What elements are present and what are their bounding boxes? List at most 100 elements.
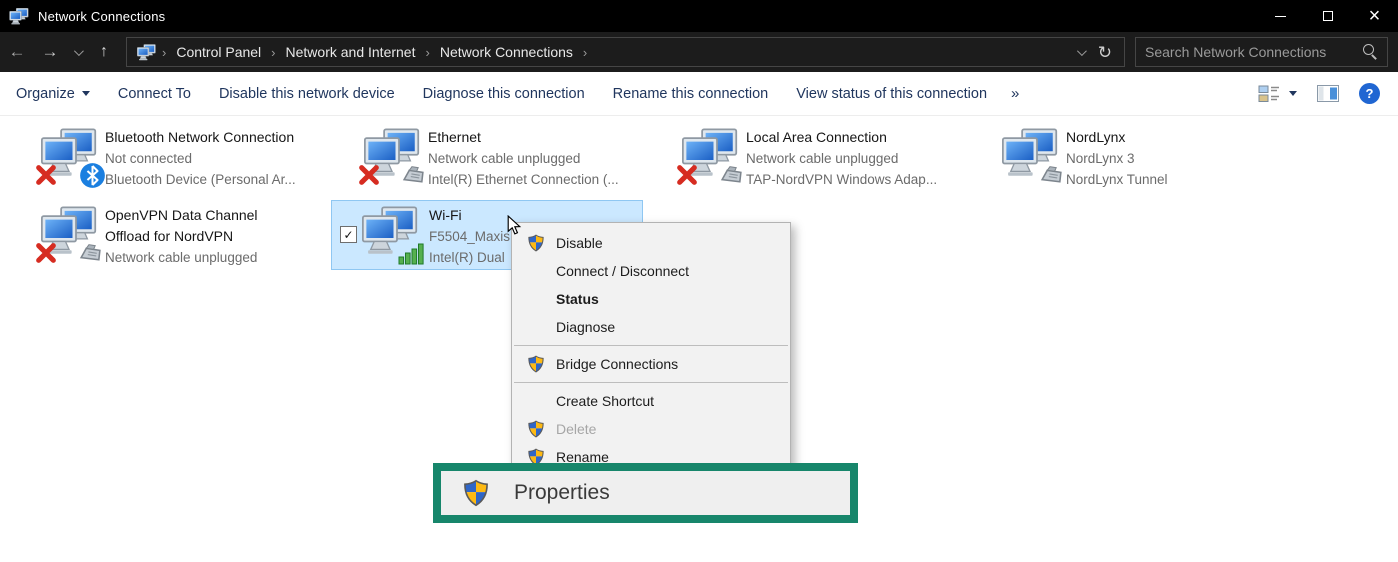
view-status-button[interactable]: View status of this connection <box>782 86 1001 102</box>
help-button[interactable]: ? <box>1359 83 1380 104</box>
connection-name: Local Area Connection <box>746 127 971 148</box>
rename-connection-button[interactable]: Rename this connection <box>599 86 783 102</box>
title-bar: Network Connections × <box>0 0 1398 32</box>
network-ethernet-icon <box>1002 126 1060 184</box>
back-button[interactable]: ← <box>0 32 34 72</box>
ethernet-plug-icon <box>78 241 103 266</box>
window-title: Network Connections <box>38 9 165 24</box>
menu-item-diagnose[interactable]: Diagnose <box>512 313 790 341</box>
bluetooth-icon <box>79 162 106 189</box>
breadcrumb-chevron-icon: › <box>269 45 277 60</box>
network-bluetooth-disconnected-icon <box>41 126 99 184</box>
preview-pane-button[interactable] <box>1317 85 1339 102</box>
disable-device-button[interactable]: Disable this network device <box>205 86 409 102</box>
connection-status: Not connected <box>105 148 330 169</box>
search-input[interactable] <box>1136 44 1361 60</box>
breadcrumb-network-and-internet[interactable]: Network and Internet <box>278 44 424 60</box>
connection-item-local-area-connection[interactable]: Local Area Connection Network cable unpl… <box>676 122 976 194</box>
breadcrumb-control-panel[interactable]: Control Panel <box>168 44 269 60</box>
connection-status: Network cable unplugged <box>428 148 653 169</box>
connection-name: Bluetooth Network Connection <box>105 127 330 148</box>
connection-name: OpenVPN Data Channel Offload for NordVPN <box>105 205 285 247</box>
recent-locations-button[interactable] <box>66 32 88 72</box>
wifi-signal-bars-icon <box>398 241 426 265</box>
toolbar-overflow-button[interactable]: » <box>1001 85 1029 102</box>
connection-status: Network cable unplugged <box>746 148 971 169</box>
connection-item-bluetooth[interactable]: Bluetooth Network Connection Not connect… <box>35 122 335 194</box>
properties-highlight-annotation[interactable]: Properties <box>433 463 858 523</box>
ethernet-plug-icon <box>719 163 744 188</box>
uac-shield-icon <box>527 355 545 373</box>
connection-status: Network cable unplugged <box>105 247 285 268</box>
connect-to-button[interactable]: Connect To <box>104 86 205 102</box>
up-button[interactable]: ↑ <box>88 32 120 72</box>
minimize-button[interactable] <box>1257 0 1304 32</box>
search-icon[interactable] <box>1361 43 1379 61</box>
connection-status: NordLynx 3 <box>1066 148 1291 169</box>
ethernet-plug-icon <box>1039 163 1064 188</box>
view-tiles-icon <box>1258 85 1280 103</box>
up-arrow-icon: ↑ <box>100 43 108 61</box>
menu-item-create-shortcut[interactable]: Create Shortcut <box>512 387 790 415</box>
connections-list: Bluetooth Network Connection Not connect… <box>0 117 1398 562</box>
menu-separator <box>514 382 788 383</box>
dropdown-caret-icon <box>82 91 90 96</box>
breadcrumb-chevron-icon: › <box>581 45 589 60</box>
dropdown-caret-icon <box>1289 91 1297 96</box>
close-button[interactable]: × <box>1351 0 1398 32</box>
organize-button[interactable]: Organize <box>0 86 104 102</box>
breadcrumb-network-connections[interactable]: Network Connections <box>432 44 581 60</box>
maximize-button[interactable] <box>1304 0 1351 32</box>
network-connections-app-icon <box>9 8 29 25</box>
menu-separator <box>514 345 788 346</box>
menu-item-disable[interactable]: Disable <box>512 229 790 257</box>
navigation-bar: ← → ↑ › Control Panel › Network and Inte… <box>0 32 1398 72</box>
toolbar-right-icons: ? <box>1258 83 1380 104</box>
chevron-down-icon <box>73 46 83 56</box>
red-x-icon <box>676 164 698 186</box>
close-icon: × <box>1369 6 1381 26</box>
menu-item-connect-disconnect[interactable]: Connect / Disconnect <box>512 257 790 285</box>
red-x-icon <box>35 242 57 264</box>
connection-item-nordlynx[interactable]: NordLynx NordLynx 3 NordLynx Tunnel <box>996 122 1296 194</box>
connection-device: NordLynx Tunnel <box>1066 169 1291 190</box>
network-wifi-icon <box>362 204 420 262</box>
connection-device: Intel(R) Ethernet Connection (... <box>428 169 653 190</box>
uac-shield-icon <box>462 479 490 507</box>
menu-item-delete: Delete <box>512 415 790 443</box>
connection-device: TAP-NordVPN Windows Adap... <box>746 169 971 190</box>
change-view-button[interactable] <box>1258 85 1297 103</box>
connection-name: Ethernet <box>428 127 653 148</box>
refresh-button[interactable]: ↻ <box>1098 44 1112 61</box>
checkmark-icon: ✓ <box>343 229 353 241</box>
red-x-icon <box>358 164 380 186</box>
folder-location-icon <box>137 44 156 61</box>
network-ethernet-disconnected-icon <box>682 126 740 184</box>
forward-arrow-icon: → <box>42 42 59 62</box>
search-box[interactable] <box>1135 37 1388 67</box>
address-bar[interactable]: › Control Panel › Network and Internet ›… <box>126 37 1125 67</box>
connection-name: NordLynx <box>1066 127 1291 148</box>
connection-device: Bluetooth Device (Personal Ar... <box>105 169 330 190</box>
red-x-icon <box>35 164 57 186</box>
address-dropdown-chevron-icon[interactable] <box>1077 46 1087 56</box>
network-ethernet-disconnected-icon <box>364 126 422 184</box>
menu-item-bridge-connections[interactable]: Bridge Connections <box>512 350 790 378</box>
minimize-icon <box>1275 16 1286 17</box>
ethernet-plug-icon <box>401 163 426 188</box>
network-ethernet-disconnected-icon <box>41 204 99 262</box>
uac-shield-icon <box>527 234 545 252</box>
mouse-cursor-icon <box>507 215 522 236</box>
diagnose-connection-button[interactable]: Diagnose this connection <box>409 86 599 102</box>
back-arrow-icon: ← <box>9 42 26 62</box>
properties-menu-item-label: Properties <box>514 481 610 505</box>
menu-item-status[interactable]: Status <box>512 285 790 313</box>
selection-checkbox[interactable]: ✓ <box>340 226 357 243</box>
forward-button[interactable]: → <box>34 32 66 72</box>
command-toolbar: Organize Connect To Disable this network… <box>0 72 1398 116</box>
connection-item-openvpn[interactable]: OpenVPN Data Channel Offload for NordVPN… <box>35 200 335 272</box>
connection-item-ethernet[interactable]: Ethernet Network cable unplugged Intel(R… <box>358 122 658 194</box>
breadcrumb-chevron-icon: › <box>423 45 431 60</box>
uac-shield-icon <box>527 420 545 438</box>
maximize-icon <box>1323 11 1333 21</box>
